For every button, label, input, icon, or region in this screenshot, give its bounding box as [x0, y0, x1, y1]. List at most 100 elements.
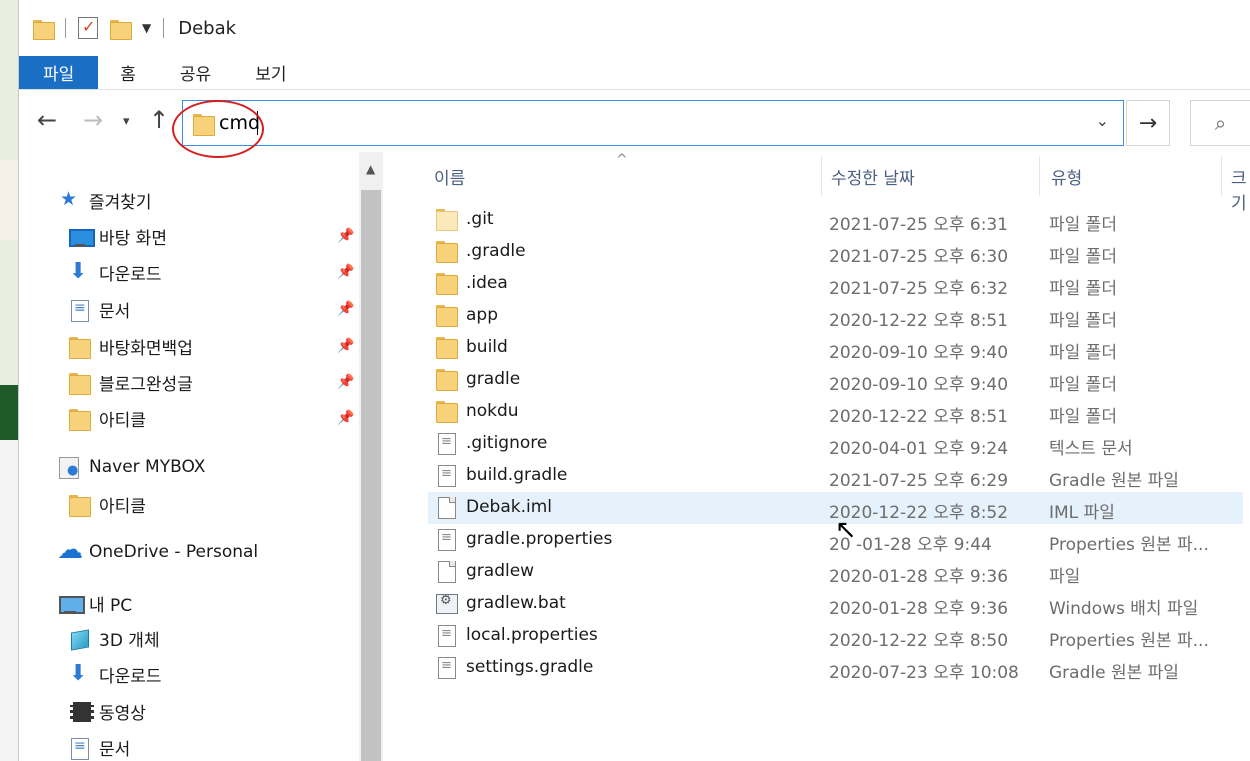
- table-row[interactable]: nokdu 2020-12-22 오후 8:51 파일 폴더: [428, 396, 1243, 428]
- pin-icon: 📌: [337, 264, 355, 280]
- file-date: 2021-07-25 오후 6:32: [829, 279, 1009, 299]
- pin-icon: 📌: [337, 410, 355, 426]
- search-box[interactable]: ⌕: [1190, 100, 1250, 146]
- nav-item-desktop[interactable]: 바탕 화면: [69, 224, 167, 249]
- column-separator[interactable]: [821, 156, 822, 196]
- folder-icon: [436, 401, 458, 423]
- navigation-scrollbar[interactable]: ▲: [359, 152, 383, 761]
- bat-file-icon: [436, 593, 458, 614]
- nav-item-desktop-backup[interactable]: 바탕화면백업: [69, 334, 193, 359]
- tab-share[interactable]: 공유: [158, 56, 233, 89]
- background-desktop-strip: [0, 0, 18, 761]
- forward-arrow-icon[interactable]: →: [83, 106, 103, 134]
- file-date: 2020-12-22 오후 8:51: [829, 407, 1009, 427]
- download-icon: [69, 661, 89, 686]
- file-type: 파일 폴더: [1049, 407, 1117, 427]
- file-name: gradle.properties: [466, 529, 613, 549]
- file-type: 파일 폴더: [1049, 279, 1117, 299]
- file-date: 2020-01-28 오후 9:36: [829, 567, 1009, 587]
- table-row[interactable]: settings.gradle 2020-07-23 오후 10:08 Grad…: [428, 652, 1243, 684]
- recent-locations-chevron-icon[interactable]: ▾: [123, 114, 130, 129]
- file-type: 텍스트 문서: [1049, 439, 1133, 459]
- go-arrow-button[interactable]: →: [1126, 100, 1170, 146]
- column-header-modified[interactable]: 수정한 날짜: [831, 164, 915, 189]
- text-file-icon: [436, 657, 456, 679]
- nav-this-pc[interactable]: 내 PC: [59, 591, 132, 616]
- tab-file[interactable]: 파일: [19, 56, 99, 89]
- address-bar[interactable]: cmd ⌄: [182, 100, 1124, 146]
- folder-icon: [69, 408, 91, 431]
- text-file-icon: [436, 465, 456, 487]
- nav-item-documents[interactable]: 문서: [69, 297, 130, 322]
- new-folder-icon[interactable]: [110, 18, 132, 40]
- nav-item-3d-objects[interactable]: 3D 개체: [69, 626, 160, 651]
- folder-light-icon: [436, 209, 458, 231]
- table-row[interactable]: .idea 2021-07-25 오후 6:32 파일 폴더: [428, 268, 1243, 300]
- folder-icon: [436, 241, 458, 263]
- file-name: build: [466, 337, 508, 357]
- pin-icon: 📌: [337, 374, 355, 390]
- up-arrow-icon[interactable]: ↑: [149, 106, 169, 134]
- nav-item-mybox-articles[interactable]: 아티클: [69, 492, 146, 517]
- file-name: .git: [466, 209, 494, 229]
- file-name: build.gradle: [466, 465, 568, 485]
- file-type: 파일 폴더: [1049, 247, 1117, 267]
- file-type: Properties 원본 파...: [1049, 535, 1209, 555]
- table-row[interactable]: .gitignore 2020-04-01 오후 9:24 텍스트 문서: [428, 428, 1243, 460]
- file-name: .gradle: [466, 241, 526, 261]
- file-name: settings.gradle: [466, 657, 594, 677]
- nav-onedrive[interactable]: OneDrive - Personal: [57, 535, 258, 565]
- divider: [65, 18, 66, 38]
- column-separator[interactable]: [1039, 156, 1040, 196]
- back-arrow-icon[interactable]: ←: [37, 106, 57, 134]
- customize-toolbar-icon[interactable]: ▼: [142, 21, 151, 35]
- nav-item-downloads[interactable]: 다운로드: [69, 259, 162, 286]
- file-name: local.properties: [466, 625, 598, 645]
- nav-quick-access[interactable]: 즐겨찾기: [59, 188, 152, 214]
- file-name: gradlew.bat: [466, 593, 566, 613]
- table-row[interactable]: app 2020-12-22 오후 8:51 파일 폴더: [428, 300, 1243, 332]
- scroll-up-icon[interactable]: ▲: [366, 162, 375, 176]
- folder-icon: [33, 18, 55, 40]
- navigation-pane: 즐겨찾기 바탕 화면 📌 다운로드 📌 문서 📌 바탕화면백업 📌 블로그완성글…: [19, 152, 384, 761]
- divider: [163, 18, 165, 38]
- folder-icon: [436, 337, 458, 359]
- file-date: 2021-07-25 오후 6:29: [829, 471, 1009, 491]
- window-title: Debak: [178, 17, 237, 39]
- nav-naver-mybox[interactable]: Naver MYBOX: [59, 457, 205, 479]
- tab-view[interactable]: 보기: [233, 56, 308, 89]
- folder-icon: [69, 336, 91, 359]
- highlight-circle-annotation: [172, 100, 264, 158]
- column-separator[interactable]: [1221, 156, 1222, 196]
- file-name: .gitignore: [466, 433, 548, 453]
- file-name: .idea: [466, 273, 508, 293]
- properties-icon[interactable]: [78, 17, 98, 39]
- table-row[interactable]: gradle 2020-09-10 오후 9:40 파일 폴더: [428, 364, 1243, 396]
- table-row[interactable]: .git 2021-07-25 오후 6:31 파일 폴더: [428, 204, 1243, 236]
- table-row[interactable]: build 2020-09-10 오후 9:40 파일 폴더: [428, 332, 1243, 364]
- table-row[interactable]: gradlew.bat 2020-01-28 오후 9:36 Windows 배…: [428, 588, 1243, 620]
- cloud-drive-icon: [59, 457, 79, 479]
- nav-item-pc-documents[interactable]: 문서: [69, 735, 130, 760]
- document-icon: [69, 299, 89, 322]
- nav-item-videos[interactable]: 동영상: [69, 699, 146, 724]
- file-list: ^ 이름 수정한 날짜 유형 크기 .git 2021-07-25 오후 6:3…: [411, 152, 1250, 761]
- table-row[interactable]: build.gradle 2021-07-25 오후 6:29 Gradle 원…: [428, 460, 1243, 492]
- table-row[interactable]: gradlew 2020-01-28 오후 9:36 파일: [428, 556, 1243, 588]
- computer-icon: [59, 594, 85, 614]
- search-icon: ⌕: [1214, 111, 1227, 135]
- column-header-name[interactable]: 이름: [434, 164, 465, 189]
- chevron-down-icon[interactable]: ⌄: [1096, 111, 1109, 130]
- column-header-type[interactable]: 유형: [1051, 164, 1082, 189]
- nav-item-blog-posts[interactable]: 블로그완성글: [69, 370, 193, 395]
- tab-home[interactable]: 홈: [98, 56, 158, 89]
- star-icon: [59, 188, 79, 211]
- scrollbar-thumb[interactable]: [361, 190, 381, 761]
- nav-item-articles[interactable]: 아티클: [69, 406, 146, 431]
- table-row[interactable]: .gradle 2021-07-25 오후 6:30 파일 폴더: [428, 236, 1243, 268]
- text-file-icon: [436, 433, 456, 455]
- nav-item-pc-downloads[interactable]: 다운로드: [69, 661, 162, 688]
- title-bar: ▼ Debak: [19, 0, 1250, 56]
- table-row[interactable]: local.properties 2020-12-22 오후 8:50 Prop…: [428, 620, 1243, 652]
- file-type: 파일 폴더: [1049, 343, 1117, 363]
